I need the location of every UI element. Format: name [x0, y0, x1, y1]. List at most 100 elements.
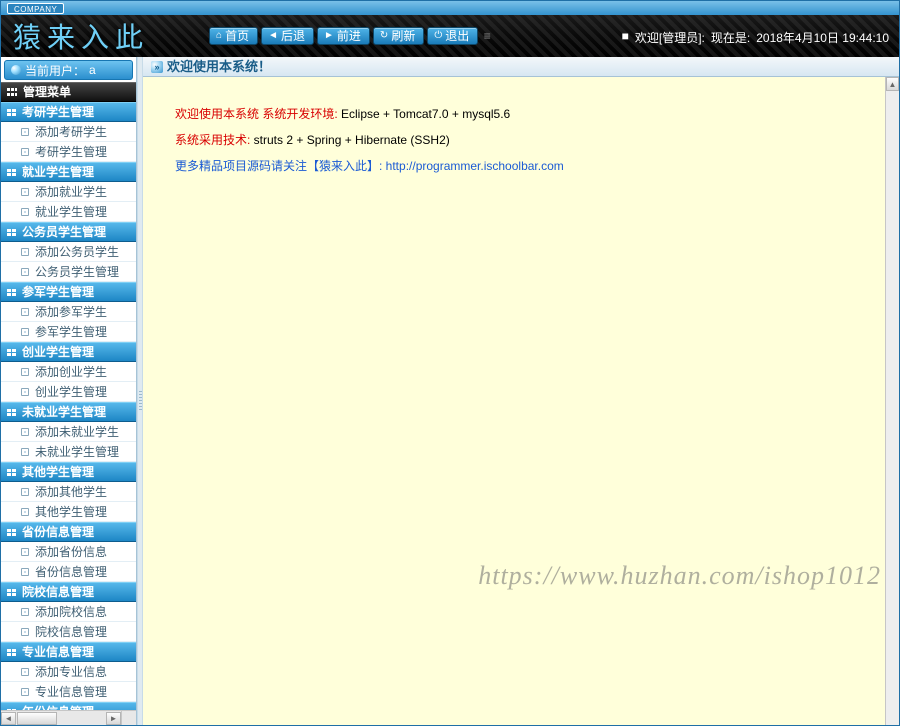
menu-category-label: 院校信息管理 — [22, 582, 94, 602]
item-icon — [21, 448, 29, 456]
menu-item[interactable]: 添加公务员学生 — [1, 242, 136, 262]
home-label: 首页 — [225, 27, 249, 45]
menu-category-label: 就业学生管理 — [22, 162, 94, 182]
header: 猿来入此 ⌂ 首页 ◄ 后退 ► 前进 ↻ 刷新 ⏻ 退出 ≡ ■ 欢迎[管理员… — [0, 15, 900, 57]
menu-item-label: 公务员学生管理 — [35, 262, 119, 282]
sidebar-hscroll[interactable]: ◄ ► — [1, 710, 136, 725]
scroll-left-icon[interactable]: ◄ — [1, 712, 16, 725]
item-icon — [21, 148, 29, 156]
item-icon — [21, 428, 29, 436]
item-icon — [21, 208, 29, 216]
menu-item-label: 其他学生管理 — [35, 502, 107, 522]
menu-item[interactable]: 添加考研学生 — [1, 122, 136, 142]
menu-item[interactable]: 考研学生管理 — [1, 142, 136, 162]
item-icon — [21, 488, 29, 496]
menu-wrap: 考研学生管理添加考研学生考研学生管理就业学生管理添加就业学生就业学生管理公务员学… — [1, 102, 136, 710]
menu-item-label: 添加公务员学生 — [35, 242, 119, 262]
menu-category[interactable]: 年份信息管理 — [1, 702, 136, 710]
item-icon — [21, 328, 29, 336]
main-title: » 欢迎使用本系统！ — [143, 57, 899, 77]
user-icon — [11, 65, 21, 75]
menu-item[interactable]: 就业学生管理 — [1, 202, 136, 222]
menu-category-label: 专业信息管理 — [22, 642, 94, 662]
forward-button[interactable]: ► 前进 — [317, 27, 370, 45]
menu-item[interactable]: 添加未就业学生 — [1, 422, 136, 442]
menu-category-label: 其他学生管理 — [22, 462, 94, 482]
window-titlebar: COMPANY — [0, 0, 900, 15]
menu-item-label: 院校信息管理 — [35, 622, 107, 642]
refresh-button[interactable]: ↻ 刷新 — [373, 27, 424, 45]
current-user-box: 当前用户： a — [4, 60, 133, 80]
scroll-right-icon[interactable]: ► — [106, 712, 121, 725]
item-icon — [21, 688, 29, 696]
scroll-up-icon[interactable]: ▲ — [886, 77, 899, 91]
menu-item-label: 添加其他学生 — [35, 482, 107, 502]
menu-category-label: 公务员学生管理 — [22, 222, 106, 242]
main-title-label: 欢迎使用本系统！ — [167, 57, 271, 77]
menu-item[interactable]: 公务员学生管理 — [1, 262, 136, 282]
menu-item[interactable]: 参军学生管理 — [1, 322, 136, 342]
menu-header-label: 管理菜单 — [23, 82, 71, 102]
menu-category[interactable]: 考研学生管理 — [1, 102, 136, 122]
category-icon — [7, 469, 16, 476]
main-vscroll[interactable]: ▲ — [885, 77, 899, 725]
menu-category-label: 创业学生管理 — [22, 342, 94, 362]
expand-icon[interactable]: » — [151, 61, 163, 73]
menu-item[interactable]: 添加专业信息 — [1, 662, 136, 682]
item-icon — [21, 308, 29, 316]
category-icon — [7, 529, 16, 536]
item-icon — [21, 548, 29, 556]
back-icon: ◄ — [268, 27, 278, 45]
menu-category-label: 未就业学生管理 — [22, 402, 106, 422]
menu-category[interactable]: 公务员学生管理 — [1, 222, 136, 242]
content: 欢迎使用本系统 系统开发环境: Eclipse + Tomcat7.0 + my… — [143, 77, 899, 725]
item-icon — [21, 568, 29, 576]
menu-item[interactable]: 未就业学生管理 — [1, 442, 136, 462]
menu-item-label: 添加专业信息 — [35, 662, 107, 682]
back-button[interactable]: ◄ 后退 — [261, 27, 314, 45]
scroll-thumb[interactable] — [17, 712, 57, 725]
menu-category-label: 参军学生管理 — [22, 282, 94, 302]
menu-item-label: 添加考研学生 — [35, 122, 107, 142]
bullet-icon: ■ — [622, 29, 629, 46]
menu-category[interactable]: 院校信息管理 — [1, 582, 136, 602]
category-icon — [7, 169, 16, 176]
menu-item-label: 参军学生管理 — [35, 322, 107, 342]
menu-item[interactable]: 省份信息管理 — [1, 562, 136, 582]
menu-category[interactable]: 未就业学生管理 — [1, 402, 136, 422]
menu-category[interactable]: 参军学生管理 — [1, 282, 136, 302]
menu-category[interactable]: 其他学生管理 — [1, 462, 136, 482]
menu-item-label: 添加创业学生 — [35, 362, 107, 382]
menu-category[interactable]: 就业学生管理 — [1, 162, 136, 182]
refresh-label: 刷新 — [391, 27, 415, 45]
menu-item[interactable]: 创业学生管理 — [1, 382, 136, 402]
menu-item[interactable]: 添加就业学生 — [1, 182, 136, 202]
home-button[interactable]: ⌂ 首页 — [209, 27, 258, 45]
logout-button[interactable]: ⏻ 退出 — [427, 27, 478, 45]
menu-item-label: 添加就业学生 — [35, 182, 107, 202]
menu-category[interactable]: 省份信息管理 — [1, 522, 136, 542]
body: 当前用户： a 管理菜单 考研学生管理添加考研学生考研学生管理就业学生管理添加就… — [0, 57, 900, 726]
line3-link[interactable]: http://programmer.ischoolbar.com — [386, 159, 564, 173]
category-icon — [7, 289, 16, 296]
menu-item[interactable]: 院校信息管理 — [1, 622, 136, 642]
menu-item[interactable]: 添加创业学生 — [1, 362, 136, 382]
toolbar-more-icon[interactable]: ≡ — [481, 27, 493, 45]
line1-red: 欢迎使用本系统 系统开发环境: — [175, 107, 341, 121]
menu-item-label: 添加院校信息 — [35, 602, 107, 622]
menu-category[interactable]: 创业学生管理 — [1, 342, 136, 362]
category-icon — [7, 109, 16, 116]
menu-item[interactable]: 专业信息管理 — [1, 682, 136, 702]
watermark: https://www.huzhan.com/ishop1012 — [478, 556, 881, 595]
menu-item[interactable]: 添加省份信息 — [1, 542, 136, 562]
menu-category-label: 年份信息管理 — [22, 702, 94, 710]
menu-item[interactable]: 其他学生管理 — [1, 502, 136, 522]
menu-item[interactable]: 添加院校信息 — [1, 602, 136, 622]
menu-category[interactable]: 专业信息管理 — [1, 642, 136, 662]
item-icon — [21, 248, 29, 256]
category-icon — [7, 589, 16, 596]
item-icon — [21, 628, 29, 636]
menu-item[interactable]: 添加参军学生 — [1, 302, 136, 322]
menu-item[interactable]: 添加其他学生 — [1, 482, 136, 502]
menu-item-label: 创业学生管理 — [35, 382, 107, 402]
